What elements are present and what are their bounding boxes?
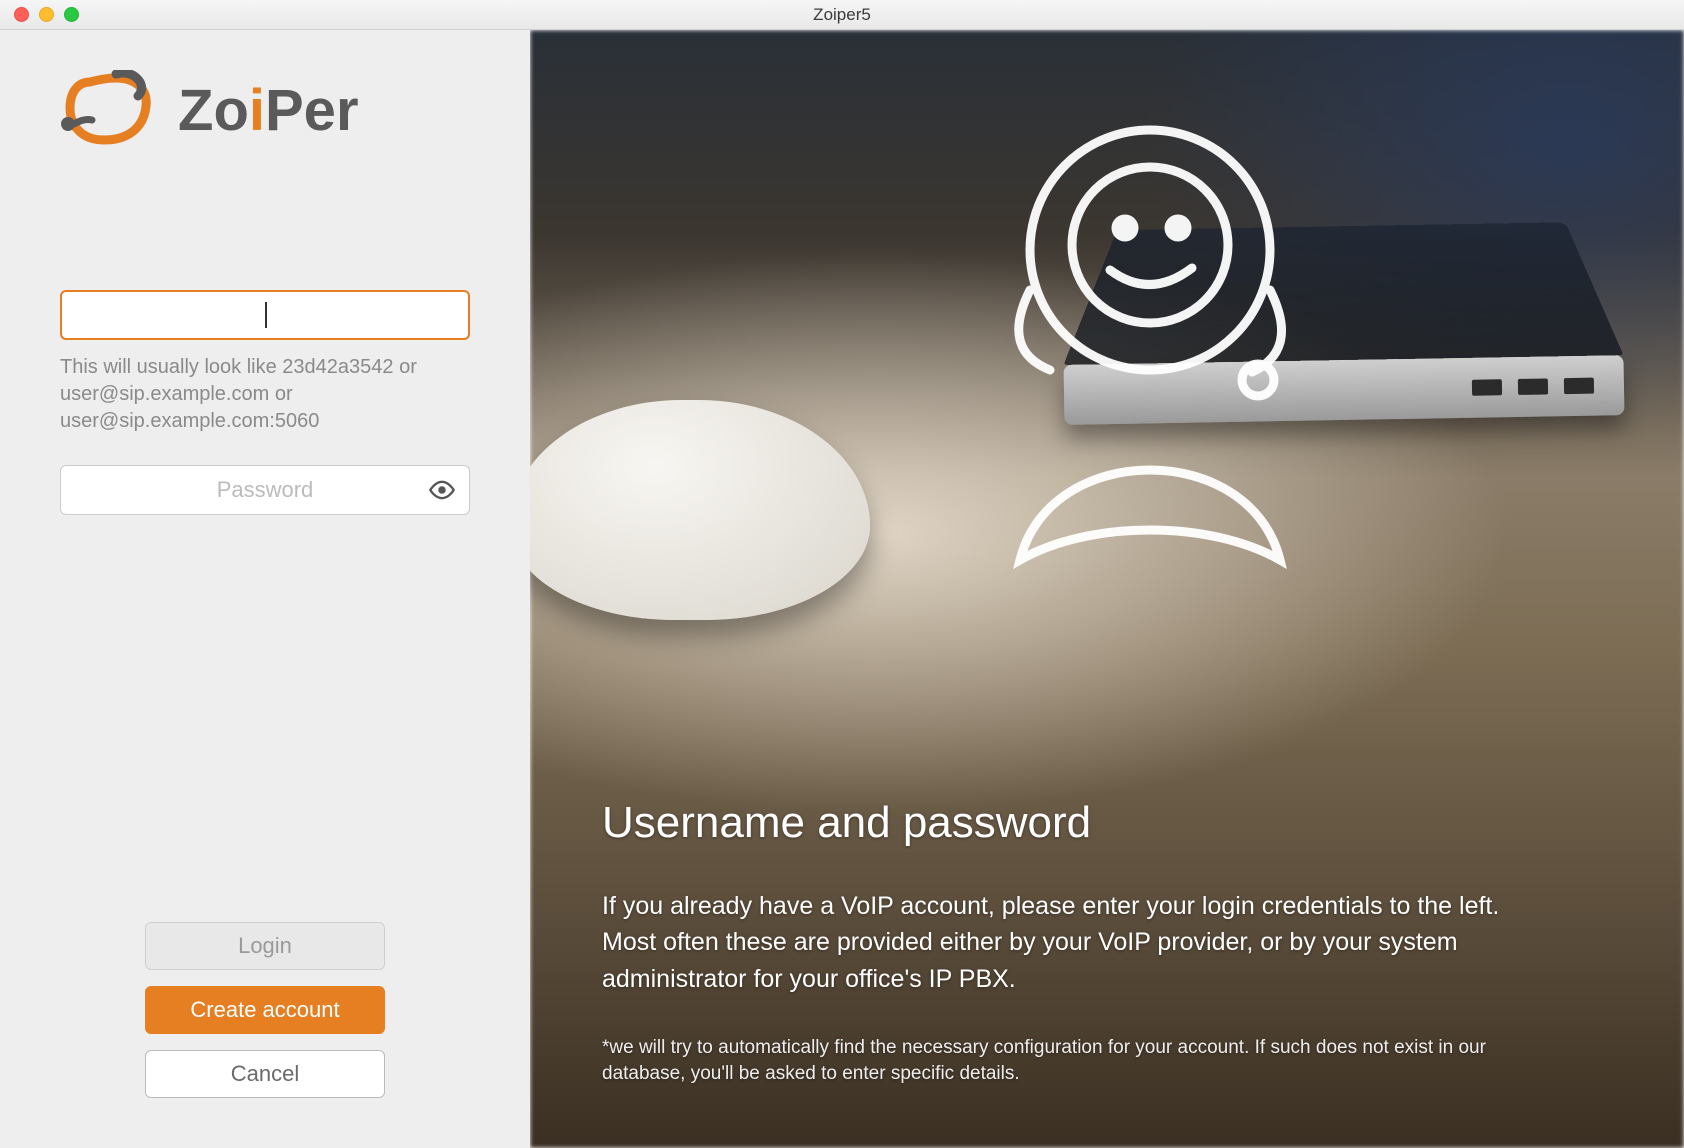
text-caret bbox=[265, 302, 267, 328]
titlebar: Zoiper5 bbox=[0, 0, 1684, 30]
info-body: If you already have a VoIP account, plea… bbox=[602, 888, 1564, 997]
logo-text: ZoiPer bbox=[178, 77, 359, 144]
info-footnote: *we will try to automatically find the n… bbox=[602, 1035, 1564, 1088]
info-panel: Username and password If you already hav… bbox=[530, 30, 1684, 1148]
password-input[interactable] bbox=[60, 465, 470, 515]
zoiper-logo-icon bbox=[60, 70, 160, 150]
create-account-button[interactable]: Create account bbox=[145, 986, 385, 1034]
info-text-block: Username and password If you already hav… bbox=[602, 798, 1564, 1088]
password-field-wrap bbox=[60, 465, 470, 515]
fullscreen-window-button[interactable] bbox=[64, 7, 79, 22]
cancel-button[interactable]: Cancel bbox=[145, 1050, 385, 1098]
username-hint-text: This will usually look like 23d42a3542 o… bbox=[60, 354, 470, 435]
login-form: This will usually look like 23d42a3542 o… bbox=[60, 290, 470, 515]
content-area: ZoiPer This will usually look like 23d42… bbox=[0, 30, 1684, 1148]
login-panel: ZoiPer This will usually look like 23d42… bbox=[0, 30, 530, 1148]
mascot-doodle-icon bbox=[900, 90, 1360, 670]
logo-text-per: Per bbox=[265, 78, 359, 143]
minimize-window-button[interactable] bbox=[39, 7, 54, 22]
button-column: Login Create account Cancel bbox=[60, 922, 470, 1098]
logo-text-z: Z bbox=[178, 78, 213, 143]
window-title: Zoiper5 bbox=[813, 5, 871, 25]
login-button[interactable]: Login bbox=[145, 922, 385, 970]
info-heading: Username and password bbox=[602, 798, 1564, 848]
logo-text-oi: oi bbox=[213, 78, 265, 143]
close-window-button[interactable] bbox=[14, 7, 29, 22]
logo: ZoiPer bbox=[60, 70, 470, 150]
show-password-icon[interactable] bbox=[428, 476, 456, 504]
window-controls bbox=[0, 7, 79, 22]
